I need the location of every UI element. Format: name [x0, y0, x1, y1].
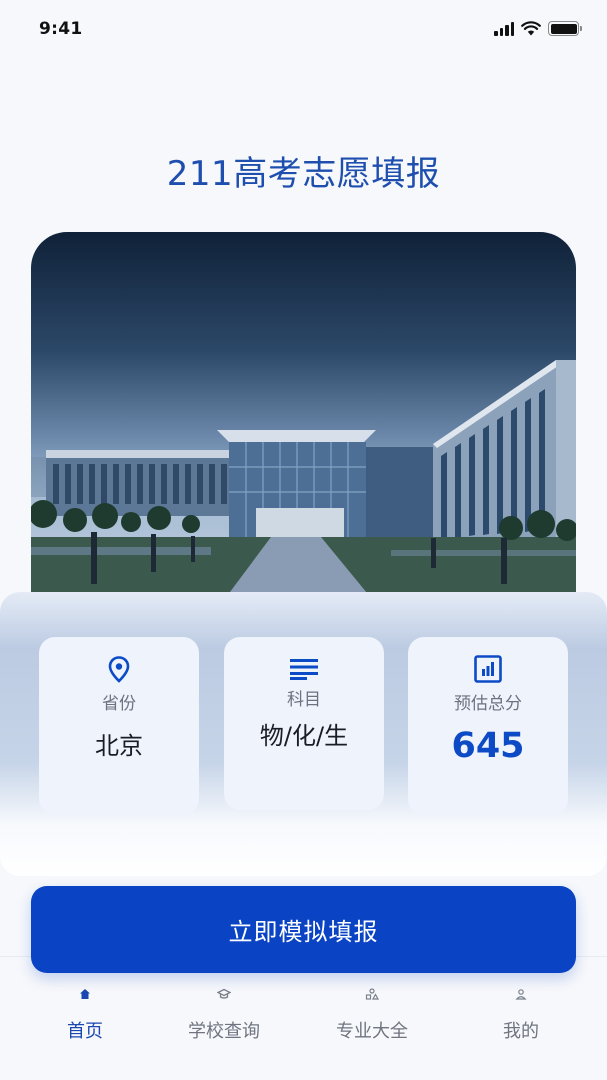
stat-value: 北京	[95, 732, 143, 760]
stat-label: 省份	[102, 694, 136, 714]
page-title: 211高考志愿填报	[166, 154, 441, 194]
tab-label: 专业大全	[336, 1021, 408, 1042]
stat-label: 科目	[287, 690, 321, 710]
stat-tile-province[interactable]: 省份 北京	[39, 637, 199, 815]
exam-info-card: 省份 北京 科目 物/化/生 预估总分 645	[0, 592, 607, 876]
tab-home[interactable]: 首页	[25, 987, 145, 1043]
tab-profile[interactable]: 我的	[461, 987, 581, 1043]
bottom-tab-bar: 首页 学校查询 专业大全 我的	[0, 956, 607, 1080]
tab-majors[interactable]: 专业大全	[312, 987, 432, 1043]
stat-value: 物/化/生	[259, 722, 349, 750]
location-pin-icon	[108, 655, 130, 683]
graduation-cap-icon	[217, 987, 231, 1001]
estimated-score-value: 645	[451, 726, 525, 766]
tab-label: 我的	[503, 1021, 539, 1042]
battery-icon	[548, 21, 582, 36]
list-lines-icon	[290, 655, 318, 683]
wifi-icon	[521, 21, 541, 36]
user-icon	[515, 987, 527, 1001]
start-simulation-button[interactable]: 立即模拟填报	[31, 886, 576, 973]
stat-tile-subjects[interactable]: 科目 物/化/生	[224, 637, 384, 810]
status-bar: 9:41	[0, 0, 607, 62]
status-time: 9:41	[39, 19, 83, 39]
tab-school-search[interactable]: 学校查询	[164, 987, 284, 1043]
cellular-signal-icon	[494, 21, 514, 36]
stat-label: 预估总分	[454, 694, 522, 714]
bar-chart-icon	[474, 655, 502, 683]
shapes-icon	[365, 987, 379, 1001]
stat-tile-score[interactable]: 预估总分 645	[408, 637, 568, 815]
tab-label: 学校查询	[188, 1021, 260, 1042]
home-icon	[79, 987, 91, 1001]
campus-building-photo	[31, 232, 576, 604]
status-icons	[494, 21, 582, 36]
tab-label: 首页	[67, 1021, 103, 1042]
